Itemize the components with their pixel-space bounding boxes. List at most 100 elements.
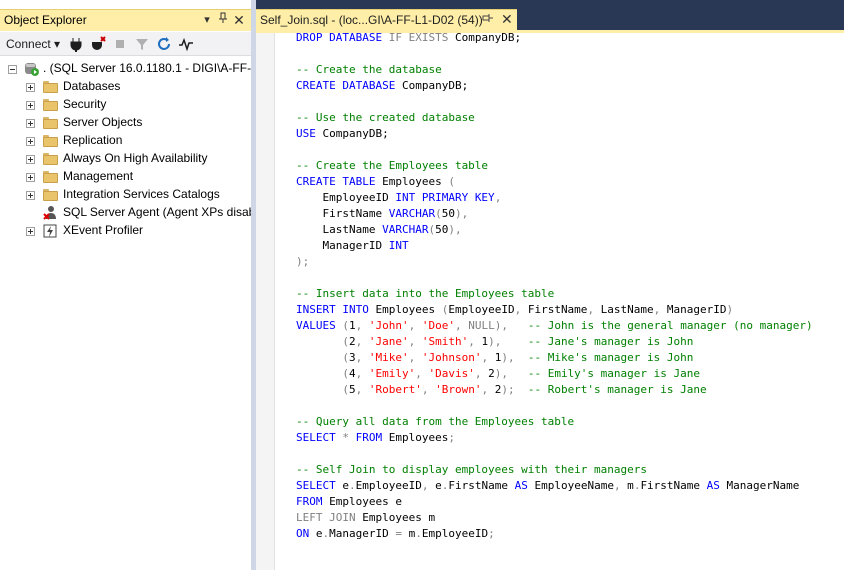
code-line[interactable] — [296, 94, 813, 110]
connect-button[interactable]: Connect ▾ — [6, 37, 60, 51]
code-token: ManagerID — [660, 303, 727, 316]
code-token: CompanyDB; — [315, 127, 389, 140]
code-line[interactable]: (2, 'Jane', 'Smith', 1), -- Jane's manag… — [296, 334, 813, 350]
code-token: 'Brown' — [435, 383, 482, 396]
code-token: ( — [342, 319, 349, 332]
folder-icon — [43, 81, 58, 93]
code-line[interactable] — [296, 270, 813, 286]
code-line[interactable]: ); — [296, 254, 813, 270]
code-line[interactable]: CREATE TABLE Employees ( — [296, 174, 813, 190]
tree-node-label: Security — [63, 97, 107, 111]
expand-icon[interactable] — [26, 119, 35, 128]
code-line[interactable]: (3, 'Mike', 'Johnson', 1), -- Mike's man… — [296, 350, 813, 366]
code-line[interactable]: USE CompanyDB; — [296, 126, 813, 142]
code-line[interactable]: SELECT e.EmployeeID, e.FirstName AS Empl… — [296, 478, 813, 494]
code-token: 2 — [481, 367, 495, 380]
refresh-icon[interactable] — [156, 36, 172, 52]
code-token: ( — [342, 335, 349, 348]
code-line[interactable]: VALUES (1, 'John', 'Doe', NULL), -- John… — [296, 318, 813, 334]
code-token: . — [349, 479, 356, 492]
code-token: m — [620, 479, 634, 492]
code-line[interactable]: -- Query all data from the Employees tab… — [296, 414, 813, 430]
code-token: ) — [726, 303, 734, 316]
tab-self-join-sql[interactable]: Self_Join.sql - (loc...GI\A-FF-L1-D02 (5… — [256, 9, 517, 30]
code-token: e — [309, 527, 323, 540]
auto-hide-pin-icon[interactable] — [216, 12, 230, 28]
code-line[interactable]: -- Create the database — [296, 62, 813, 78]
expand-icon[interactable] — [26, 101, 35, 110]
code-token: FROM — [355, 431, 383, 444]
activity-monitor-icon[interactable] — [178, 36, 194, 52]
code-token: Employees — [368, 303, 442, 316]
code-line[interactable]: CREATE DATABASE CompanyDB; — [296, 78, 813, 94]
code-line[interactable]: -- Self Join to display employees with t… — [296, 462, 813, 478]
expand-icon[interactable] — [26, 155, 35, 164]
folder-icon — [43, 135, 58, 147]
code-line[interactable]: (5, 'Robert', 'Brown', 2); -- Robert's m… — [296, 382, 813, 398]
expand-icon[interactable] — [26, 173, 35, 182]
expand-icon[interactable] — [26, 137, 35, 146]
code-token: Employees — [382, 431, 449, 444]
code-token: -- Emily's manager is Jane — [527, 367, 701, 380]
code-line[interactable]: LEFT JOIN Employees m — [296, 510, 813, 526]
code-line[interactable]: DROP DATABASE IF EXISTS CompanyDB; — [296, 30, 813, 46]
window-position-dropdown-icon[interactable]: ▾ — [200, 12, 214, 28]
code-token: CREATE TABLE — [296, 175, 376, 188]
code-line[interactable]: LastName VARCHAR(50), — [296, 222, 813, 238]
code-line[interactable] — [296, 446, 813, 462]
code-line[interactable]: ON e.ManagerID = m.EmployeeID; — [296, 526, 813, 542]
code-line[interactable]: EmployeeID INT PRIMARY KEY, — [296, 190, 813, 206]
code-line[interactable]: ManagerID INT — [296, 238, 813, 254]
pin-tab-icon[interactable] — [482, 13, 494, 26]
folder-icon — [43, 99, 58, 111]
stop-icon[interactable] — [112, 36, 128, 52]
tree-node-label: Integration Services Catalogs — [63, 187, 220, 201]
code-line[interactable]: SELECT * FROM Employees; — [296, 430, 813, 446]
code-line[interactable]: -- Create the Employees table — [296, 158, 813, 174]
filter-icon[interactable] — [134, 36, 150, 52]
code-token: ON — [296, 527, 310, 540]
sql-code-editor[interactable]: DROP DATABASE IF EXISTS CompanyDB; -- Cr… — [256, 30, 844, 570]
code-line[interactable] — [296, 142, 813, 158]
code-line[interactable]: -- Insert data into the Employees table — [296, 286, 813, 302]
disconnect-icon[interactable] — [90, 36, 106, 52]
code-token: 'John' — [368, 319, 409, 332]
collapse-icon[interactable] — [8, 65, 17, 74]
code-token: ManagerID — [296, 239, 389, 252]
code-token: . — [415, 527, 422, 540]
code-token: SELECT — [296, 431, 336, 444]
code-line[interactable] — [296, 398, 813, 414]
close-tab-icon[interactable]: ✕ — [501, 11, 513, 28]
code-token: -- Robert's manager is Jane — [527, 383, 707, 396]
code-area[interactable]: DROP DATABASE IF EXISTS CompanyDB; -- Cr… — [296, 30, 813, 542]
code-line[interactable] — [296, 46, 813, 62]
expand-icon[interactable] — [26, 191, 35, 200]
expand-icon[interactable] — [26, 227, 35, 236]
code-token: 5 — [348, 383, 356, 396]
code-line[interactable]: FROM Employees e — [296, 494, 813, 510]
object-explorer-toolbar: Connect ▾ — [0, 32, 251, 56]
query-editor-window: Self_Join.sql - (loc...GI\A-FF-L1-D02 (5… — [256, 9, 844, 570]
expand-icon[interactable] — [26, 83, 35, 92]
connect-label: Connect — [6, 37, 51, 51]
tree-node-label: Server Objects — [63, 115, 143, 129]
code-line[interactable]: INSERT INTO Employees (EmployeeID, First… — [296, 302, 813, 318]
code-token: , — [455, 319, 462, 332]
code-token: VARCHAR — [382, 223, 429, 236]
code-line[interactable]: (4, 'Emily', 'Davis', 2), -- Emily's man… — [296, 366, 813, 382]
code-line[interactable]: FirstName VARCHAR(50), — [296, 206, 813, 222]
code-token: DROP DATABASE — [296, 31, 389, 44]
code-line[interactable]: -- Use the created database — [296, 110, 813, 126]
code-token: LastName — [296, 223, 383, 236]
close-icon[interactable]: ✕ — [232, 12, 246, 28]
code-token: SELECT — [296, 479, 336, 492]
connect-plug-icon[interactable] — [68, 36, 84, 52]
code-token: 2 — [348, 335, 356, 348]
tab-title: Self_Join.sql - (loc...GI\A-FF-L1-D02 (5… — [260, 13, 483, 27]
